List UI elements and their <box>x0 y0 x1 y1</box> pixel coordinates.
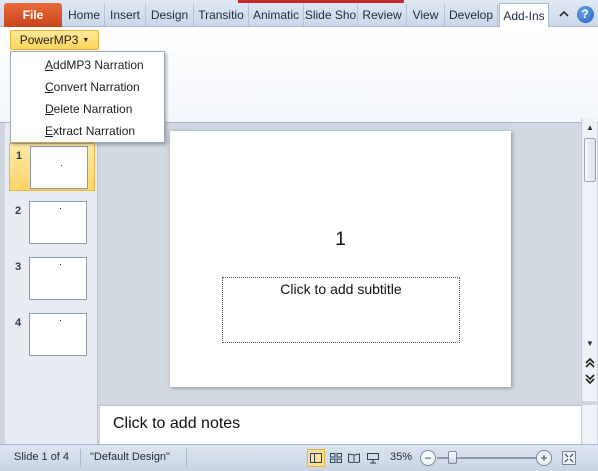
notes-scrollbar[interactable] <box>581 405 597 444</box>
slide-canvas[interactable]: 1 Click to add subtitle <box>170 131 511 387</box>
tab-view[interactable]: View <box>407 4 445 26</box>
menu-item-convert-narration[interactable]: Convert Narration <box>11 76 164 98</box>
reading-view-icon[interactable] <box>345 449 363 467</box>
menu-item-delete-narration[interactable]: Delete Narration <box>11 98 164 120</box>
menu-item-label: ddMP3 Narration <box>53 58 144 72</box>
normal-view-icon[interactable] <box>307 449 325 467</box>
notes-pane[interactable]: Click to add notes <box>100 405 581 444</box>
menu-item-addmp3-narration[interactable]: AddMP3 Narration <box>11 54 164 76</box>
slide-thumbnail-1[interactable]: 1 <box>9 143 95 191</box>
zoom-slider-knob[interactable] <box>448 451 457 464</box>
zoom-out-icon[interactable]: − <box>420 450 436 466</box>
slide-number: 4 <box>15 317 22 329</box>
tab-add-ins[interactable]: Add-Ins <box>499 3 549 27</box>
menu-accelerator: C <box>45 80 54 94</box>
slide-preview <box>30 146 88 189</box>
menu-item-extract-narration[interactable]: Extract Narration <box>11 120 164 142</box>
previous-slide-icon[interactable] <box>583 356 597 370</box>
slide-preview <box>29 201 87 244</box>
tab-insert[interactable]: Insert <box>105 4 146 26</box>
slide-number: 2 <box>15 205 22 217</box>
menu-accelerator: E <box>45 124 54 138</box>
ribbon-tab-strip: File Home Insert Design Transitio Animat… <box>0 0 598 27</box>
menu-item-label: xtract Narration <box>53 124 136 138</box>
subtitle-placeholder[interactable]: Click to add subtitle <box>222 277 460 343</box>
menu-accelerator: A <box>45 58 54 72</box>
chevron-down-icon: ▼ <box>82 36 90 44</box>
slide-thumbnail-4[interactable]: 4 <box>9 311 95 359</box>
tab-home[interactable]: Home <box>64 4 105 26</box>
menu-item-label: elete Narration <box>53 102 133 116</box>
slide-title-text[interactable]: 1 <box>170 229 511 251</box>
tab-transitions[interactable]: Transitio <box>194 4 249 26</box>
scrollbar-thumb[interactable] <box>584 138 596 182</box>
scroll-up-icon[interactable]: ▲ <box>583 120 597 134</box>
help-icon-glyph: ? <box>576 5 594 23</box>
slide-number: 3 <box>15 261 22 273</box>
slide-thumbnail-2[interactable]: 2 <box>9 199 95 247</box>
slide-preview <box>29 257 87 300</box>
slides-panel: 1 2 3 4 <box>5 123 98 445</box>
title-accent-line <box>238 0 404 3</box>
slide-thumbnail-3[interactable]: 3 <box>9 255 95 303</box>
tab-review[interactable]: Review <box>358 4 407 26</box>
slide-number: 1 <box>16 150 23 162</box>
fit-to-window-icon[interactable] <box>560 449 578 467</box>
tab-slide-show[interactable]: Slide Sho <box>304 4 358 26</box>
menu-accelerator: D <box>45 102 54 116</box>
file-tab[interactable]: File <box>4 3 62 27</box>
menu-item-label: onvert Narration <box>53 80 140 94</box>
chevron-up-icon[interactable] <box>555 5 573 23</box>
powermp3-menu: AddMP3 Narration Convert Narration Delet… <box>10 51 165 143</box>
zoom-in-icon[interactable]: + <box>536 450 552 466</box>
slide-preview <box>29 313 87 356</box>
tab-developer[interactable]: Develop <box>445 4 498 26</box>
zoom-level-text[interactable]: 35% <box>390 451 412 463</box>
powermp3-dropdown-button[interactable]: PowerMP3 ▼ <box>10 30 99 50</box>
tab-design[interactable]: Design <box>146 4 194 26</box>
status-bar: Slide 1 of 4 "Default Design" 35% − + <box>0 444 598 471</box>
scroll-down-icon[interactable]: ▼ <box>583 336 597 350</box>
notes-placeholder: Click to add notes <box>113 415 241 432</box>
next-slide-icon[interactable] <box>583 372 597 386</box>
powermp3-label: PowerMP3 <box>19 33 79 47</box>
slide-sorter-icon[interactable] <box>327 449 345 467</box>
theme-name-status[interactable]: "Default Design" <box>90 451 170 463</box>
slide-count-status: Slide 1 of 4 <box>14 451 70 463</box>
help-icon[interactable]: ? <box>576 5 594 23</box>
tab-animations[interactable]: Animatic <box>249 4 304 26</box>
slide-editing-area: 1 Click to add subtitle <box>100 123 581 402</box>
slide-show-icon[interactable] <box>364 449 382 467</box>
vertical-scrollbar[interactable]: ▲ ▼ <box>581 118 597 401</box>
